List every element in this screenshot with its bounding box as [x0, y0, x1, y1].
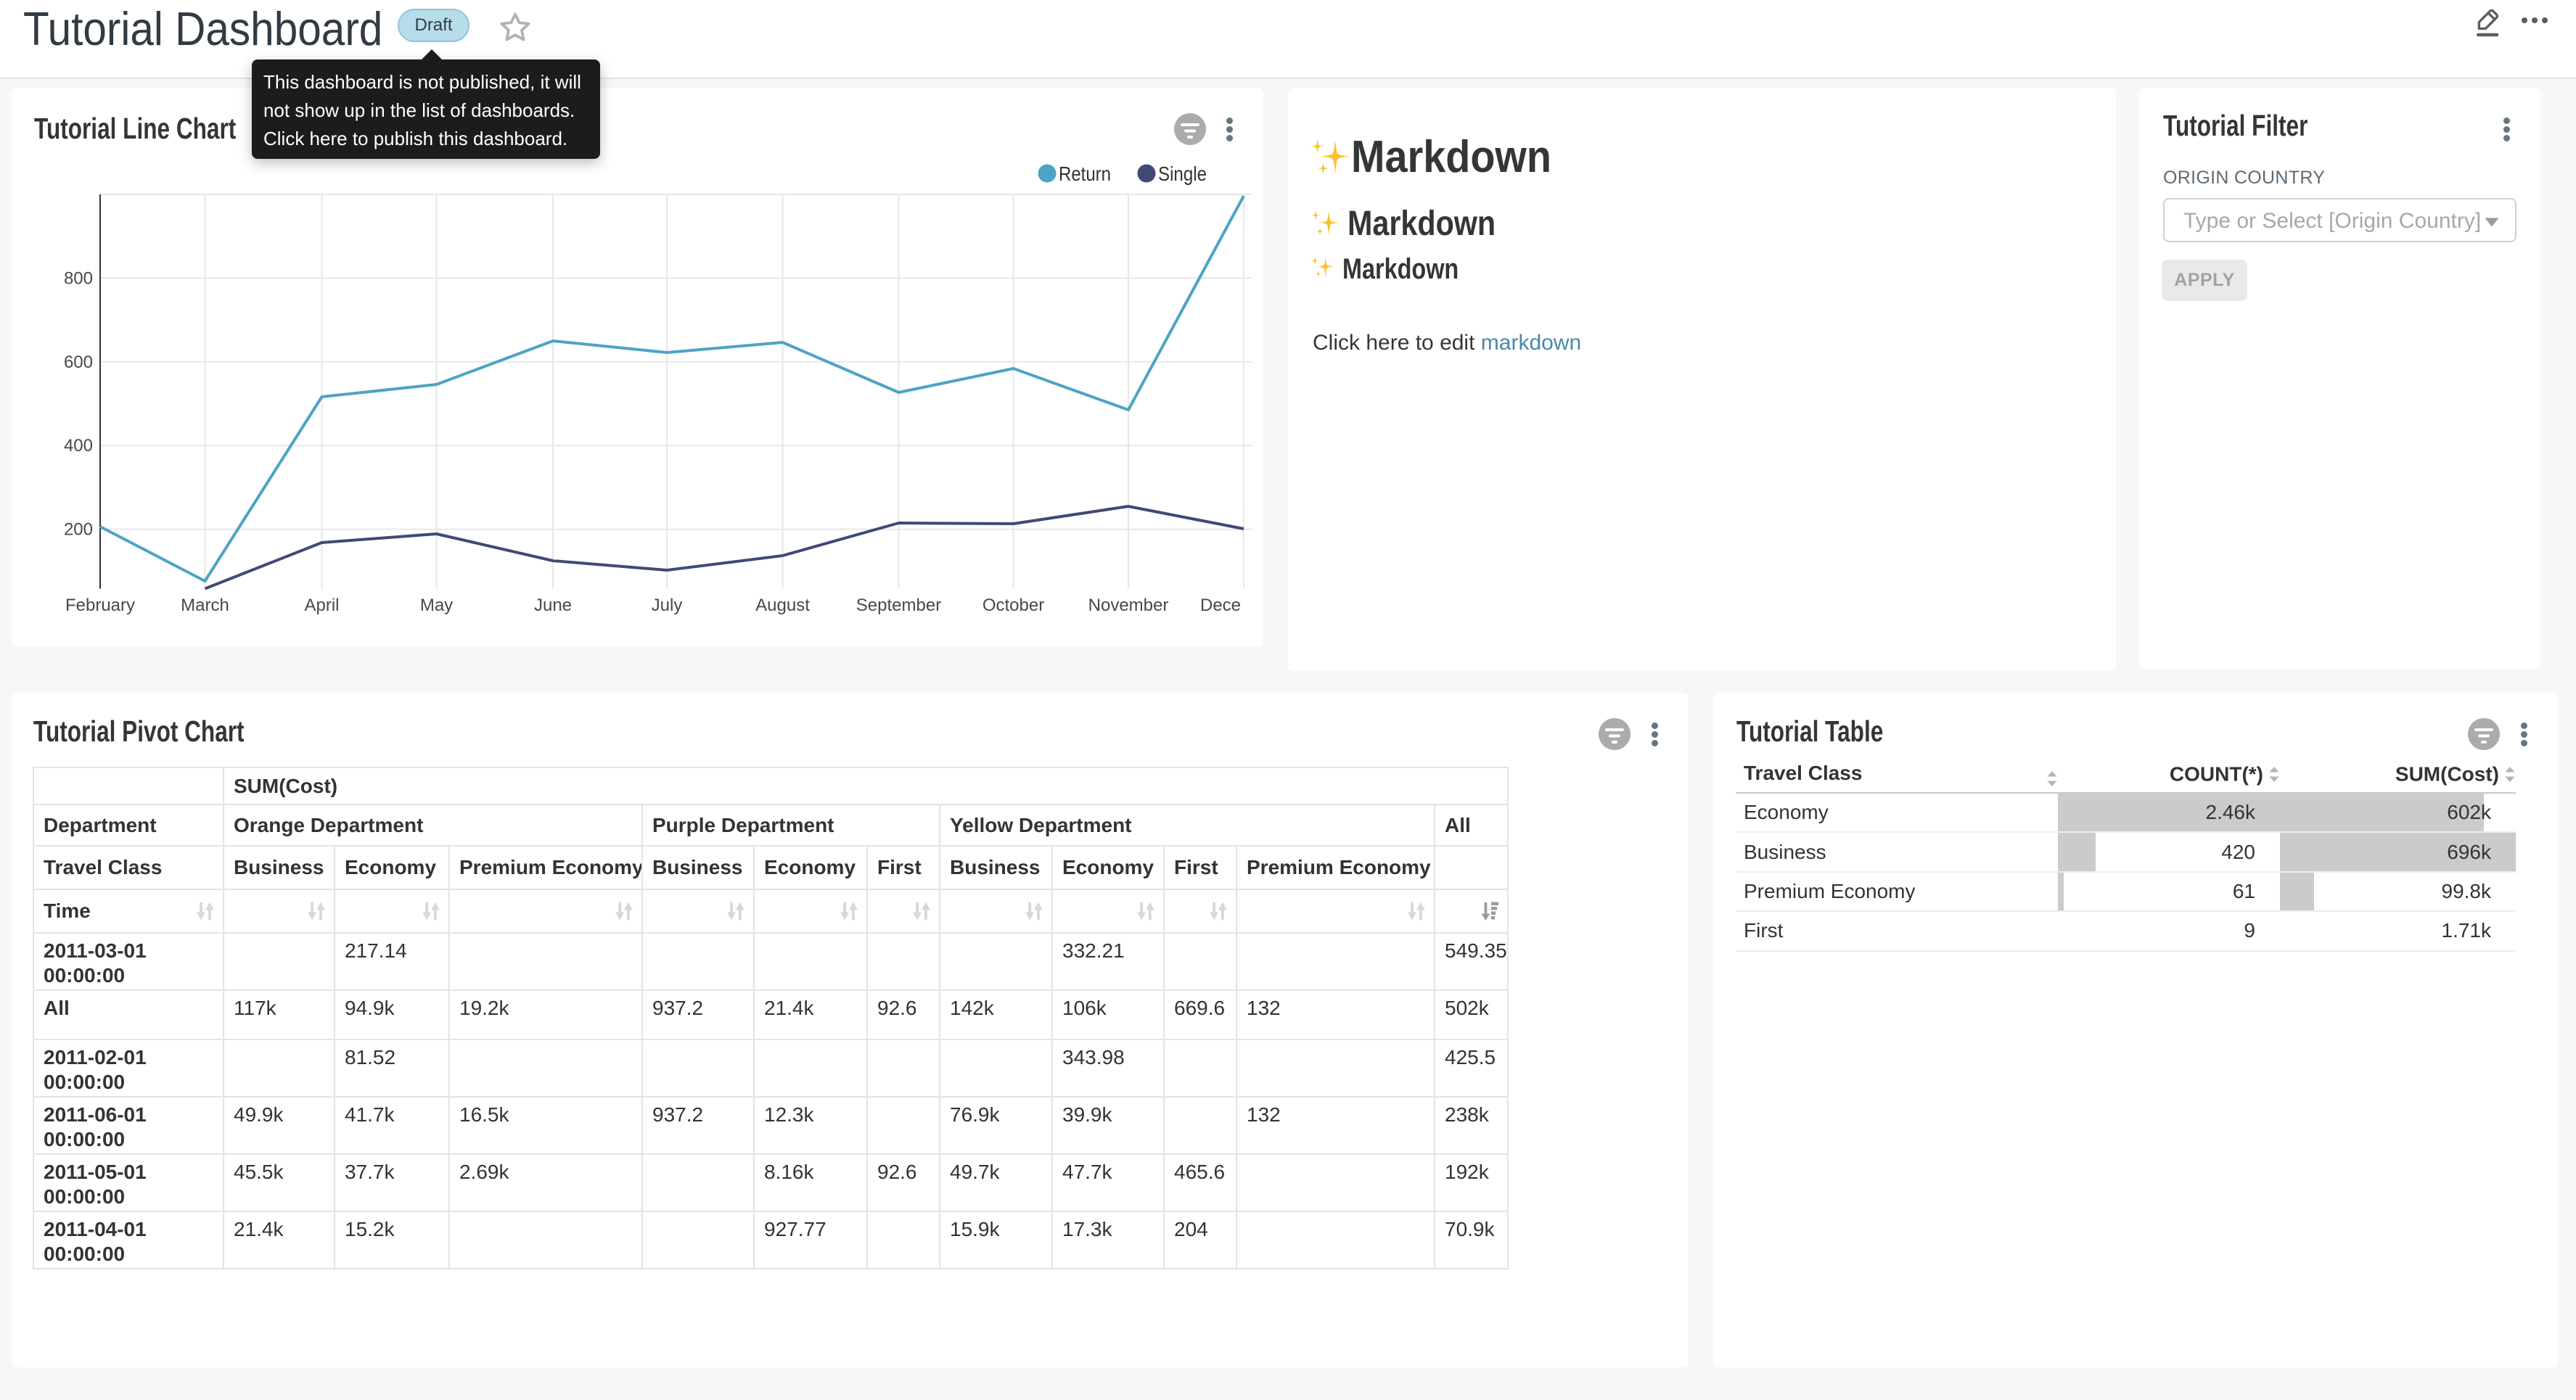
- svg-text:August: August: [755, 596, 810, 615]
- svg-text:July: July: [652, 596, 683, 615]
- svg-text:800: 800: [64, 268, 93, 288]
- svg-text:April: April: [304, 596, 339, 615]
- svg-text:February: February: [65, 596, 135, 615]
- svg-text:September: September: [856, 596, 941, 615]
- svg-text:Return: Return: [1059, 162, 1111, 185]
- svg-text:October: October: [983, 596, 1044, 615]
- svg-text:200: 200: [64, 520, 93, 540]
- svg-text:March: March: [181, 596, 229, 615]
- svg-text:November: November: [1088, 596, 1169, 615]
- svg-text:Dece: Dece: [1200, 596, 1241, 615]
- svg-text:400: 400: [64, 436, 93, 456]
- svg-text:600: 600: [64, 353, 93, 372]
- svg-text:May: May: [420, 596, 453, 615]
- svg-text:Single: Single: [1158, 162, 1207, 185]
- svg-text:June: June: [534, 596, 572, 615]
